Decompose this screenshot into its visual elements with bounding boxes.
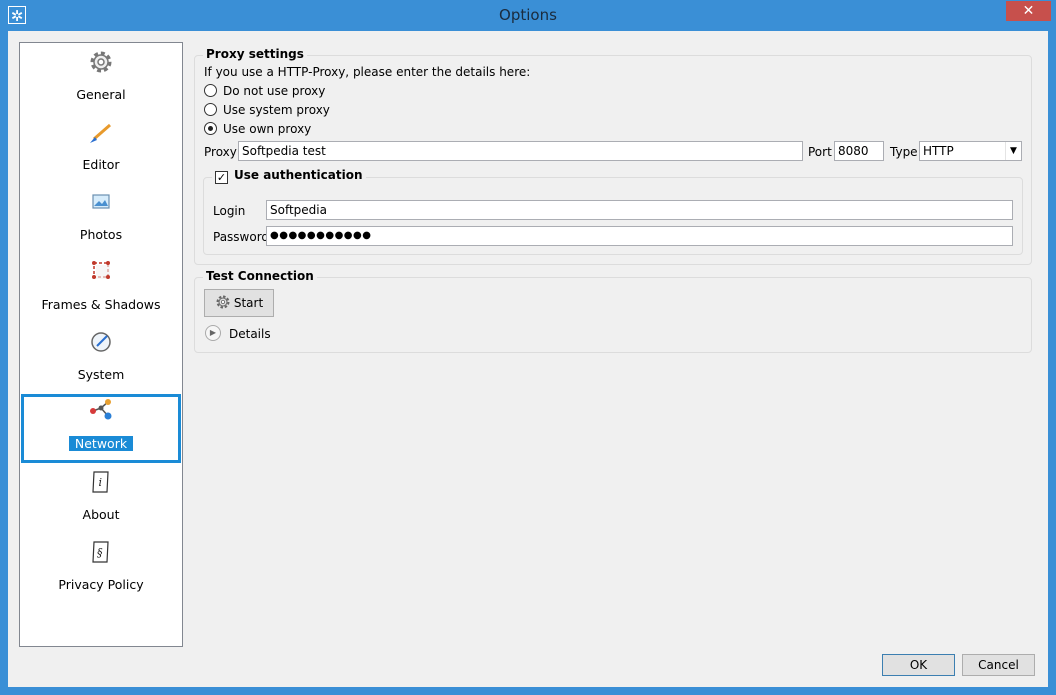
login-input[interactable]: Softpedia (266, 200, 1013, 220)
close-button[interactable]: ✕ (1006, 1, 1051, 21)
sidebar-item-system[interactable]: System (22, 325, 180, 393)
title-bar[interactable]: ✲ Options ✕ (0, 0, 1056, 31)
proxy-settings-title: Proxy settings (203, 47, 307, 61)
gear-icon (216, 295, 230, 309)
dialog-body: General Editor Photos Frames & Shadows S… (8, 31, 1048, 687)
brush-icon (90, 123, 111, 143)
sidebar-item-label: System (77, 367, 125, 382)
photo-icon (92, 194, 110, 209)
proxy-type-select[interactable]: HTTP ▼ (919, 141, 1022, 161)
proxy-type-value: HTTP (923, 144, 954, 158)
authentication-group: ✓ Use authentication Login Softpedia Pass… (203, 168, 1023, 255)
chevron-down-icon[interactable]: ▼ (1005, 142, 1021, 160)
info-icon: i (92, 471, 109, 493)
expand-arrow-icon[interactable]: ▶ (205, 325, 221, 341)
sidebar-item-network[interactable]: Network (21, 394, 181, 463)
gear-icon (90, 51, 112, 73)
use-authentication-toggle[interactable]: ✓ Use authentication (212, 168, 366, 184)
section-icon: § (92, 541, 109, 563)
window-title: Options (499, 6, 557, 24)
details-label[interactable]: Details (229, 327, 271, 341)
checkbox[interactable]: ✓ (215, 171, 228, 184)
sidebar-item-general[interactable]: General (22, 45, 180, 113)
cancel-button[interactable]: Cancel (962, 654, 1035, 676)
proxy-host-input[interactable]: Softpedia test (238, 141, 803, 161)
password-label: Password (213, 230, 270, 244)
radio-label: Use own proxy (223, 122, 312, 136)
ok-button[interactable]: OK (882, 654, 955, 676)
sidebar-item-label: Network (68, 436, 134, 451)
proxy-label: Proxy (204, 145, 237, 159)
port-label: Port (808, 145, 832, 159)
sidebar-item-privacy-policy[interactable]: § Privacy Policy (22, 535, 180, 603)
sidebar-item-label: Privacy Policy (58, 577, 144, 592)
password-input[interactable]: ●●●●●●●●●●● (266, 226, 1013, 246)
test-connection-group: Test Connection Start ▶ Details (194, 269, 1032, 353)
proxy-intro-text: If you use a HTTP-Proxy, please enter th… (204, 65, 531, 79)
radio-own-proxy[interactable]: Use own proxy (204, 121, 311, 137)
sidebar-item-editor[interactable]: Editor (22, 115, 180, 183)
sidebar-item-frames-shadows[interactable]: Frames & Shadows (22, 255, 180, 323)
radio-button[interactable] (204, 84, 217, 97)
radio-label: Use system proxy (223, 103, 330, 117)
start-label: Start (233, 296, 264, 310)
sidebar-item-label: Photos (79, 227, 123, 242)
proxy-settings-group: Proxy settings If you use a HTTP-Proxy, … (194, 47, 1032, 265)
network-icon (90, 399, 112, 420)
frame-icon (92, 261, 110, 279)
use-authentication-label: Use authentication (234, 168, 363, 182)
system-icon (91, 332, 111, 352)
radio-button[interactable] (204, 122, 217, 135)
sidebar-item-label: Editor (82, 157, 120, 172)
radio-system-proxy[interactable]: Use system proxy (204, 102, 330, 118)
type-label: Type (890, 145, 918, 159)
options-window: ✲ Options ✕ General Editor Photos Frames… (0, 0, 1056, 695)
port-input[interactable]: 8080 (834, 141, 884, 161)
test-connection-title: Test Connection (203, 269, 317, 283)
login-label: Login (213, 204, 246, 218)
svg-text:§: § (97, 546, 103, 559)
sidebar-item-label: Frames & Shadows (41, 297, 161, 312)
category-sidebar: General Editor Photos Frames & Shadows S… (19, 42, 183, 647)
radio-button[interactable] (204, 103, 217, 116)
radio-no-proxy[interactable]: Do not use proxy (204, 83, 325, 99)
sidebar-item-photos[interactable]: Photos (22, 185, 180, 253)
start-button[interactable]: Start (204, 289, 274, 317)
radio-label: Do not use proxy (223, 84, 326, 98)
sidebar-item-label: General (76, 87, 126, 102)
svg-text:i: i (99, 476, 103, 489)
sidebar-item-label: About (82, 507, 120, 522)
sidebar-item-about[interactable]: i About (22, 465, 180, 533)
